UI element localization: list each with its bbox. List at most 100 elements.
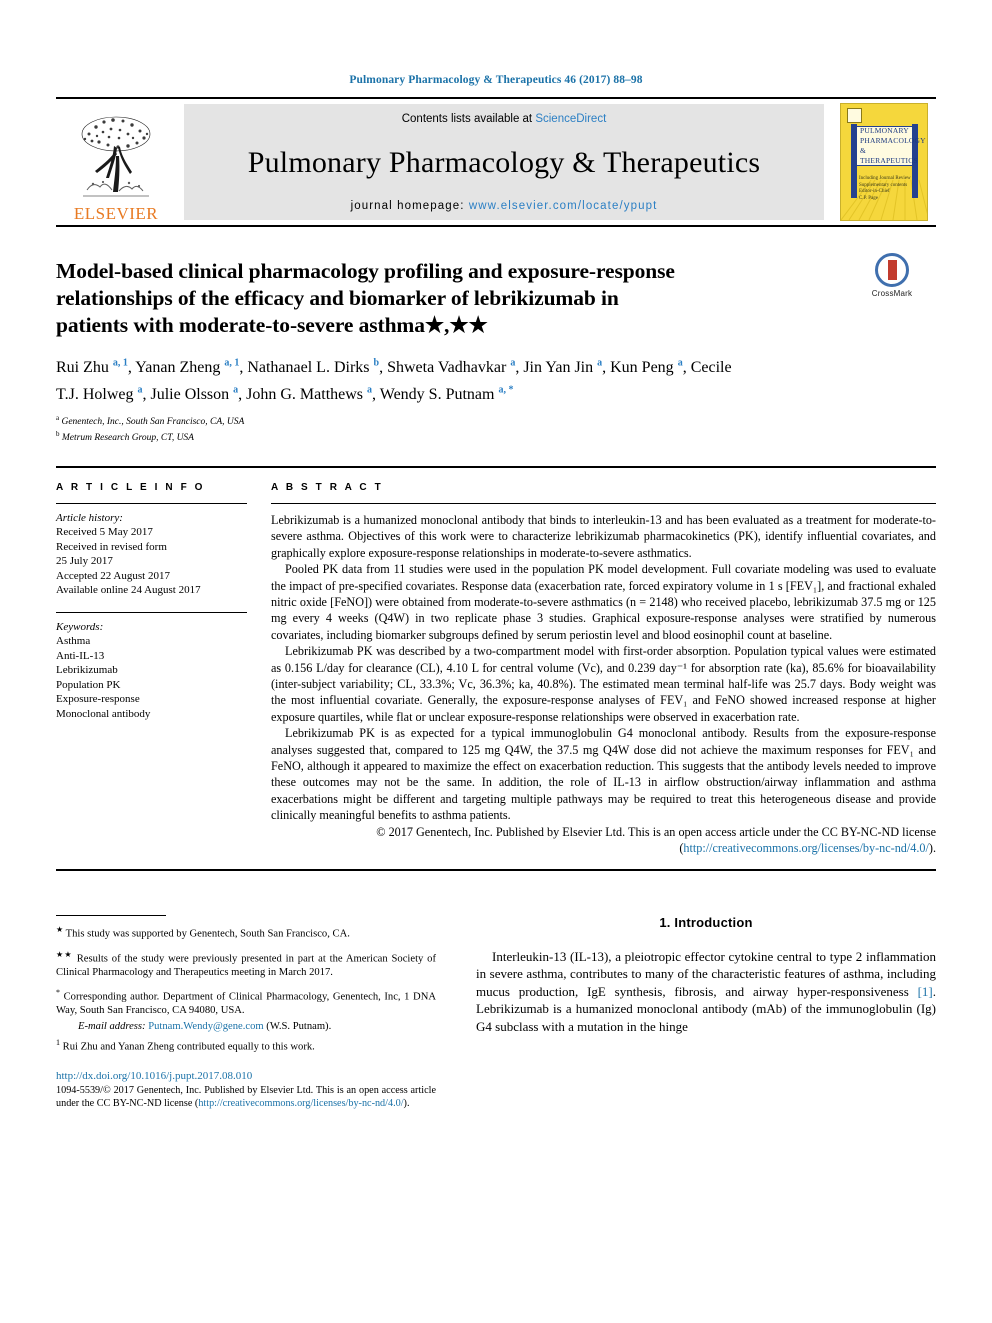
article-info-column: A R T I C L E I N F O Article history: R… (56, 482, 271, 857)
introduction-column: 1. Introduction Interleukin-13 (IL-13), … (476, 915, 936, 1110)
abstract-paragraph: Pooled PK data from 11 studies were used… (271, 562, 936, 642)
keyword-item: Monoclonal antibody (56, 707, 151, 720)
author-item: Wendy S. Putnam a, * (379, 384, 514, 403)
cover-sub-line-4: C.P. Page (859, 195, 879, 201)
email-link[interactable]: Putnam.Wendy@gene.com (148, 1021, 263, 1032)
abstract-paragraph: Lebrikizumab is a humanized monoclonal a… (271, 512, 936, 560)
author-marks: a, * (498, 384, 514, 396)
author-list: Rui Zhu a, 1, Yanan Zheng a, 1, Nathanae… (56, 353, 756, 406)
keywords-label: Keywords: (56, 620, 104, 633)
introduction-paragraph: Interleukin-13 (IL-13), a pleiotropic ef… (476, 948, 936, 1036)
keyword-item: Anti-IL-13 (56, 649, 105, 662)
author-item: Nathanael L. Dirks b, (247, 358, 388, 377)
keyword-item: Exposure-response (56, 693, 140, 706)
author-marks: a, 1 (224, 358, 240, 369)
cover-title-line-1: PULMONARY (860, 126, 909, 135)
crossmark-badge[interactable]: CrossMark (856, 253, 928, 298)
elsevier-logo: ELSEVIER (56, 99, 176, 225)
footnote-equal-text: Rui Zhu and Yanan Zheng contributed equa… (62, 1041, 315, 1053)
history-item: Received in revised form (56, 540, 167, 553)
sciencedirect-link[interactable]: ScienceDirect (535, 113, 606, 125)
contents-available-line: Contents lists available at ScienceDirec… (402, 113, 607, 125)
author-item: Kun Peng a, (610, 358, 691, 377)
title-area: Model-based clinical pharmacology profil… (56, 227, 936, 444)
author-item: Jin Yan Jin a, (523, 358, 611, 377)
elsevier-tree-icon (81, 116, 151, 197)
email-label: E-mail address: (78, 1021, 146, 1033)
footnote-email: E-mail address: Putnam.Wendy@gene.com (W… (56, 1020, 436, 1034)
journal-masthead: ELSEVIER Contents lists available at Sci… (56, 97, 936, 227)
footnote-doublestar-mark: ★★ (56, 949, 73, 959)
crossmark-label: CrossMark (871, 289, 913, 298)
author-item: John G. Matthews a, (246, 384, 380, 403)
history-item: 25 July 2017 (56, 555, 113, 568)
author-item: Shweta Vadhavkar a, (387, 358, 524, 377)
history-item: Accepted 22 August 2017 (56, 569, 170, 582)
author-name: Rui Zhu (56, 359, 109, 377)
author-name: Shweta Vadhavkar (387, 359, 507, 377)
author-name: Yanan Zheng (135, 359, 221, 377)
license-link[interactable]: http://creativecommons.org/licenses/by-n… (683, 841, 929, 855)
cover-sub-line-1: Including Journal Review (859, 176, 911, 181)
journal-title: Pulmonary Pharmacology & Therapeutics (247, 145, 761, 179)
author-name: Jin Yan Jin (523, 359, 594, 377)
journal-article-page: Pulmonary Pharmacology & Therapeutics 46… (0, 0, 992, 1323)
email-tail: (W.S. Putnam). (266, 1021, 332, 1033)
abstract-column: A B S T R A C T Lebrikizumab is a humani… (271, 482, 936, 857)
article-history-label: Article history: (56, 511, 123, 524)
footnote-doublestar-text: Results of the study were previously pre… (56, 953, 437, 978)
author-name: Nathanael L. Dirks (247, 359, 370, 377)
footnote-corr-mark: * (56, 988, 60, 998)
page-title: Model-based clinical pharmacology profil… (56, 259, 675, 337)
author-marks: a, 1 (112, 358, 128, 369)
reference-link[interactable]: [1] (918, 984, 933, 999)
keyword-item: Asthma (56, 635, 91, 648)
issn-license-link[interactable]: http://creativecommons.org/licenses/by-n… (198, 1098, 403, 1109)
cover-image: PULMONARY PHARMACOLOGY & THERAPEUTICS In… (840, 103, 928, 221)
affiliation-text: Metrum Research Group, CT, USA (61, 432, 194, 443)
history-item: Available online 24 August 2017 (56, 584, 201, 597)
author-name: John G. Matthews (246, 385, 364, 403)
cover-title-band: PULMONARY PHARMACOLOGY & THERAPEUTICS (857, 126, 926, 166)
issn-copyright-line: 1094-5539/© 2017 Genentech, Inc. Publish… (56, 1084, 436, 1110)
issn-tail: ). (403, 1097, 410, 1109)
cover-publisher-logo-icon (847, 108, 862, 123)
elsevier-wordmark: ELSEVIER (73, 204, 159, 223)
divider (271, 502, 936, 504)
author-marks: b (373, 358, 380, 369)
masthead-center: Contents lists available at ScienceDirec… (184, 104, 824, 220)
footnote-corr-text: Corresponding author. Department of Clin… (56, 991, 436, 1017)
author-name: Julie Olsson (150, 385, 230, 403)
footnote-equal-contribution: 1 Rui Zhu and Yanan Zheng contributed eq… (56, 1036, 436, 1054)
footnote-star-text: This study was supported by Genentech, S… (65, 928, 350, 940)
footnote-star: ★ This study was supported by Genentech,… (56, 923, 436, 941)
contents-prefix: Contents lists available at (401, 113, 536, 125)
abstract-bottom-divider (56, 868, 936, 871)
affiliation-item: a Genentech, Inc., South San Francisco, … (56, 412, 936, 428)
divider (56, 502, 247, 504)
abstract-heading: A B S T R A C T (271, 481, 384, 493)
running-head: Pulmonary Pharmacology & Therapeutics 46… (349, 74, 643, 86)
journal-cover-thumbnail: PULMONARY PHARMACOLOGY & THERAPEUTICS In… (832, 99, 936, 225)
doi-link[interactable]: http://dx.doi.org/10.1016/j.pupt.2017.08… (56, 1070, 436, 1082)
introduction-heading: 1. Introduction (659, 914, 753, 930)
abstract-paragraph: Lebrikizumab PK is as expected for a typ… (271, 726, 936, 823)
footnote-corresponding-author: * Corresponding author. Department of Cl… (56, 986, 436, 1018)
journal-homepage-line: journal homepage: www.elsevier.com/locat… (351, 200, 658, 212)
affiliation-list: a Genentech, Inc., South San Francisco, … (56, 412, 936, 444)
affiliation-mark: a (56, 413, 60, 422)
author-item: Julie Olsson a, (150, 384, 247, 403)
abstract-copyright: © 2017 Genentech, Inc. Published by Else… (271, 824, 936, 857)
author-marks: a (367, 384, 373, 396)
footnote-divider (56, 914, 166, 916)
footnotes-column: ★ This study was supported by Genentech,… (56, 914, 476, 1110)
copyright-tail: ). (928, 841, 936, 856)
affiliation-text: Genentech, Inc., South San Francisco, CA… (61, 416, 245, 427)
author-marks: a (677, 358, 683, 369)
info-and-abstract: A R T I C L E I N F O Article history: R… (56, 465, 936, 857)
author-name: Kun Peng (610, 359, 674, 377)
cover-title-line-3: & THERAPEUTICS (860, 146, 918, 165)
homepage-url-link[interactable]: www.elsevier.com/locate/ypupt (469, 200, 658, 212)
author-name: Wendy S. Putnam (379, 385, 495, 403)
